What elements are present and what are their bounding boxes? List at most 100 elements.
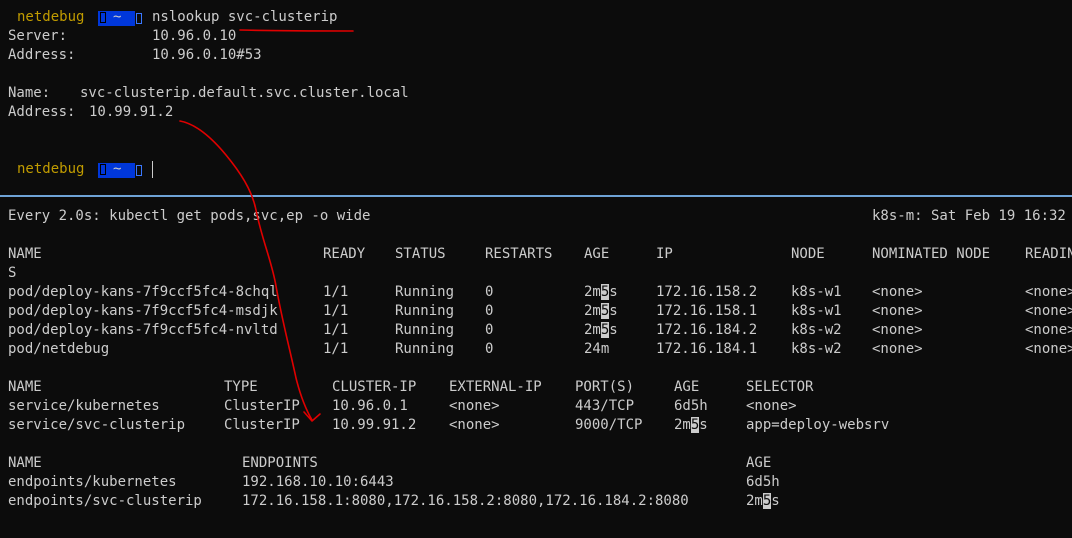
pod-name: pod/netdebug	[8, 341, 110, 357]
name-value: svc-clusterip.default.svc.cluster.local	[80, 85, 409, 101]
pod-ready: 1/1	[323, 341, 349, 357]
pod-ip: 172.16.158.2	[656, 284, 758, 300]
ep-age: 2m5s	[746, 493, 780, 509]
pods-col-name: NAME	[8, 246, 42, 262]
pod-age: 2m5s	[584, 284, 618, 300]
ep-endpoints: 192.168.10.10:6443	[242, 474, 394, 490]
pod-readiness: <none>	[1025, 341, 1072, 357]
svc-col-ports: PORT(S)	[575, 379, 635, 395]
pod-status: Running	[395, 284, 455, 300]
pods-col-ready: READY	[323, 246, 366, 262]
pod-restarts: 0	[485, 341, 494, 357]
pod-node: k8s-w2	[791, 322, 842, 338]
git-glyph-icon	[100, 164, 106, 175]
svc-external-ip: <none>	[449, 417, 500, 433]
ep-col-age: AGE	[746, 455, 772, 471]
pod-status: Running	[395, 303, 455, 319]
ep-endpoints: 172.16.158.1:8080,172.16.158.2:8080,172.…	[242, 493, 689, 509]
answer-address-label: Address:	[8, 104, 76, 120]
prompt-dir-segment: ~	[98, 9, 135, 26]
pod-ready: 1/1	[323, 322, 349, 338]
svc-col-name: NAME	[8, 379, 42, 395]
svc-type: ClusterIP	[224, 398, 300, 414]
prompt-arrow-icon	[136, 13, 142, 24]
pod-nominated: <none>	[872, 303, 923, 319]
name-label: Name:	[8, 85, 51, 101]
svc-type: ClusterIP	[224, 417, 300, 433]
svc-col-selector: SELECTOR	[746, 379, 814, 395]
server-value: 10.96.0.10	[152, 28, 237, 44]
prompt-dir-segment: ~	[98, 161, 135, 178]
svc-selector: app=deploy-websrv	[746, 417, 890, 433]
pod-ip: 172.16.184.1	[656, 341, 758, 357]
pod-age: 2m5s	[584, 322, 618, 338]
watch-header: Every 2.0s: kubectl get pods,svc,ep -o w…	[8, 208, 371, 224]
svc-cluster-ip: 10.99.91.2	[332, 417, 417, 433]
pod-ip: 172.16.184.2	[656, 322, 758, 338]
pod-restarts: 0	[485, 322, 494, 338]
pod-nominated: <none>	[872, 322, 923, 338]
svc-external-ip: <none>	[449, 398, 500, 414]
prompt-host: netdebug	[17, 9, 85, 25]
prompt-arrow-icon	[136, 165, 142, 176]
ep-name: endpoints/kubernetes	[8, 474, 177, 490]
pod-readiness: <none>	[1025, 303, 1072, 319]
server-label: Server:	[8, 28, 68, 44]
pod-status: Running	[395, 341, 455, 357]
command-text: nslookup svc-clusterip	[152, 9, 338, 25]
pod-node: k8s-w2	[791, 341, 842, 357]
svc-age: 2m5s	[674, 417, 708, 433]
pods-col-wrap: S	[8, 265, 17, 281]
pod-name: pod/deploy-kans-7f9ccf5fc4-8chql	[8, 284, 278, 300]
pods-col-readiness: READINES	[1025, 246, 1072, 262]
server-address-value: 10.96.0.10#53	[152, 47, 262, 63]
svc-col-type: TYPE	[224, 379, 258, 395]
ep-col-endpoints: ENDPOINTS	[242, 455, 318, 471]
pods-col-nominated: NOMINATED NODE	[872, 246, 991, 262]
prompt-host: netdebug	[17, 161, 85, 177]
pod-ready: 1/1	[323, 284, 349, 300]
git-glyph-icon	[100, 12, 106, 23]
ep-age: 6d5h	[746, 474, 780, 490]
pod-restarts: 0	[485, 303, 494, 319]
pod-age: 24m	[584, 341, 610, 357]
pod-status: Running	[395, 322, 455, 338]
pod-name: pod/deploy-kans-7f9ccf5fc4-nvltd	[8, 322, 278, 338]
pod-name: pod/deploy-kans-7f9ccf5fc4-msdjk	[8, 303, 278, 319]
pane-divider[interactable]	[0, 195, 1072, 197]
svc-cluster-ip: 10.96.0.1	[332, 398, 408, 414]
server-address-label: Address:	[8, 47, 76, 63]
prompt-dir: ~	[113, 161, 122, 177]
pod-age: 2m5s	[584, 303, 618, 319]
svc-col-age: AGE	[674, 379, 700, 395]
watch-host-time: k8s-m: Sat Feb 19 16:32	[872, 208, 1066, 224]
terminal-pane-bottom[interactable]: Every 2.0s: kubectl get pods,svc,ep -o w…	[0, 199, 1072, 538]
pod-ready: 1/1	[323, 303, 349, 319]
answer-address-value: 10.99.91.2	[89, 104, 174, 120]
pods-col-status: STATUS	[395, 246, 446, 262]
pod-nominated: <none>	[872, 284, 923, 300]
svc-col-cluster-ip: CLUSTER-IP	[332, 379, 417, 395]
svc-ports: 9000/TCP	[575, 417, 643, 433]
svc-name: service/svc-clusterip	[8, 417, 186, 433]
text-cursor	[152, 161, 153, 178]
pod-restarts: 0	[485, 284, 494, 300]
svc-name: service/kubernetes	[8, 398, 160, 414]
pod-nominated: <none>	[872, 341, 923, 357]
pods-col-restarts: RESTARTS	[485, 246, 553, 262]
pod-readiness: <none>	[1025, 322, 1072, 338]
pod-node: k8s-w1	[791, 303, 842, 319]
svc-selector: <none>	[746, 398, 797, 414]
pod-readiness: <none>	[1025, 284, 1072, 300]
svc-col-external-ip: EXTERNAL-IP	[449, 379, 542, 395]
svc-ports: 443/TCP	[575, 398, 635, 414]
pod-ip: 172.16.158.1	[656, 303, 758, 319]
pods-col-ip: IP	[656, 246, 673, 262]
pods-col-node: NODE	[791, 246, 825, 262]
pods-col-age: AGE	[584, 246, 610, 262]
pod-node: k8s-w1	[791, 284, 842, 300]
terminal-pane-top[interactable]: netdebug ~ nslookup svc-clusterip Server…	[0, 0, 1072, 194]
ep-col-name: NAME	[8, 455, 42, 471]
prompt-dir: ~	[113, 9, 122, 25]
svc-age: 6d5h	[674, 398, 708, 414]
